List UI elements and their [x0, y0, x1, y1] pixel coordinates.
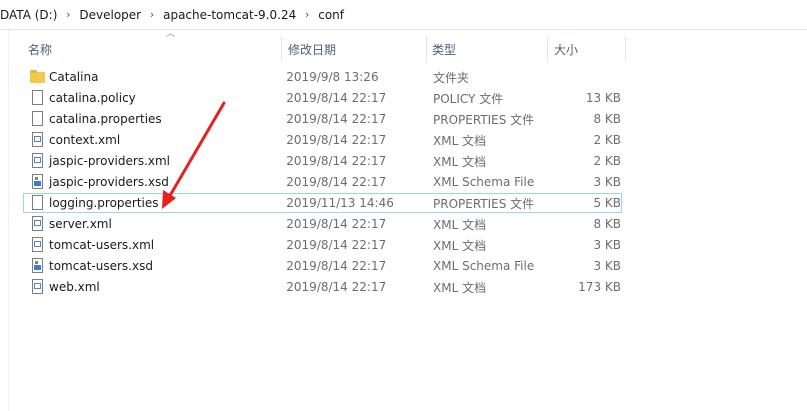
file-name: context.xml — [49, 133, 121, 147]
file-name: server.xml — [49, 217, 112, 231]
column-header-type-label: 类型 — [432, 42, 457, 57]
xml-file-icon — [29, 215, 47, 233]
xml-file-icon — [29, 236, 47, 254]
file-date: 2019/8/14 22:17 — [286, 175, 387, 189]
file-size: 3 KB — [593, 175, 621, 189]
file-type: XML Schema File — [433, 259, 535, 273]
file-name: Catalina — [49, 70, 99, 84]
file-date: 2019/8/14 22:17 — [286, 217, 387, 231]
file-date: 2019/8/14 22:17 — [286, 133, 387, 147]
file-date: 2019/8/14 22:17 — [286, 112, 387, 126]
file-row[interactable]: context.xml 2019/8/14 22:17 XML 文档 2 KB — [23, 130, 622, 150]
column-header-type[interactable]: 类型 — [427, 36, 548, 62]
file-type: XML 文档 — [433, 280, 487, 295]
file-size: 173 KB — [578, 280, 621, 294]
file-type: PROPERTIES 文件 — [433, 112, 535, 127]
file-size: 8 KB — [593, 112, 621, 126]
file-name: tomcat-users.xml — [49, 238, 155, 252]
file-row[interactable]: web.xml 2019/8/14 22:17 XML 文档 173 KB — [23, 277, 622, 297]
file-name: jaspic-providers.xml — [49, 154, 171, 168]
file-name: tomcat-users.xsd — [49, 259, 153, 273]
column-divider[interactable] — [625, 36, 626, 62]
file-size: 3 KB — [593, 259, 621, 273]
file-row[interactable]: jaspic-providers.xsd 2019/8/14 22:17 XML… — [23, 172, 622, 192]
file-size: 3 KB — [593, 238, 621, 252]
file-type: 文件夹 — [433, 70, 470, 85]
xml-file-icon — [29, 131, 47, 149]
file-date: 2019/8/14 22:17 — [286, 280, 387, 294]
file-date: 2019/9/8 13:26 — [286, 70, 379, 84]
file-type: PROPERTIES 文件 — [433, 196, 535, 211]
column-header-size-label: 大小 — [554, 42, 579, 57]
file-icon — [29, 194, 47, 212]
file-name: catalina.policy — [49, 91, 136, 105]
chevron-right-icon[interactable]: › — [143, 8, 161, 21]
breadcrumb-developer[interactable]: Developer — [77, 8, 143, 22]
file-row[interactable]: jaspic-providers.xml 2019/8/14 22:17 XML… — [23, 151, 622, 171]
file-row[interactable]: tomcat-users.xsd 2019/8/14 22:17 XML Sch… — [23, 256, 622, 276]
navigation-pane-divider — [8, 30, 9, 411]
chevron-right-icon[interactable]: › — [59, 8, 77, 21]
xml-file-icon — [29, 278, 47, 296]
file-row[interactable]: tomcat-users.xml 2019/8/14 22:17 XML 文档 … — [23, 235, 622, 255]
file-date: 2019/11/13 14:46 — [286, 196, 394, 210]
file-size: 2 KB — [593, 154, 621, 168]
file-name: jaspic-providers.xsd — [49, 175, 169, 189]
chevron-right-icon[interactable]: › — [298, 8, 316, 21]
file-size: 8 KB — [593, 217, 621, 231]
file-date: 2019/8/14 22:17 — [286, 238, 387, 252]
file-type: XML 文档 — [433, 133, 487, 148]
xsd-file-icon — [29, 173, 47, 191]
xsd-file-icon — [29, 257, 47, 275]
file-type: POLICY 文件 — [433, 91, 504, 106]
breadcrumb: DATA (D:) › Developer › apache-tomcat-9.… — [0, 0, 807, 30]
file-size: 2 KB — [593, 133, 621, 147]
file-name: catalina.properties — [49, 112, 162, 126]
file-row-highlighted[interactable]: logging.properties 2019/11/13 14:46 PROP… — [23, 193, 622, 213]
xml-file-icon — [29, 152, 47, 170]
column-header-size[interactable]: 大小 — [548, 36, 626, 62]
breadcrumb-tomcat[interactable]: apache-tomcat-9.0.24 — [161, 8, 298, 22]
file-row[interactable]: Catalina 2019/9/8 13:26 文件夹 — [23, 67, 622, 87]
file-type: XML 文档 — [433, 238, 487, 253]
file-icon — [29, 110, 47, 128]
file-size: 5 KB — [593, 196, 621, 210]
file-name: web.xml — [49, 280, 100, 294]
file-date: 2019/8/14 22:17 — [286, 91, 387, 105]
file-type: XML Schema File — [433, 175, 535, 189]
column-header-name-label: 名称 — [28, 42, 53, 57]
breadcrumb-drive[interactable]: DATA (D:) — [0, 8, 59, 22]
file-row[interactable]: catalina.policy 2019/8/14 22:17 POLICY 文… — [23, 88, 622, 108]
column-header-date-label: 修改日期 — [288, 42, 337, 57]
file-row[interactable]: server.xml 2019/8/14 22:17 XML 文档 8 KB — [23, 214, 622, 234]
breadcrumb-conf[interactable]: conf — [316, 8, 346, 22]
column-header-name[interactable]: ︿ 名称 — [20, 30, 282, 62]
file-icon — [29, 89, 47, 107]
file-type: XML 文档 — [433, 217, 487, 232]
file-date: 2019/8/14 22:17 — [286, 154, 387, 168]
file-date: 2019/8/14 22:17 — [286, 259, 387, 273]
folder-icon — [29, 68, 47, 86]
file-type: XML 文档 — [433, 154, 487, 169]
column-header-date[interactable]: 修改日期 — [282, 36, 427, 62]
file-name: logging.properties — [49, 196, 159, 210]
sort-ascending-icon: ︿ — [166, 29, 176, 39]
column-header-bar: ︿ 名称 修改日期 类型 大小 — [20, 30, 626, 62]
file-row[interactable]: catalina.properties 2019/8/14 22:17 PROP… — [23, 109, 622, 129]
file-size: 13 KB — [585, 91, 621, 105]
